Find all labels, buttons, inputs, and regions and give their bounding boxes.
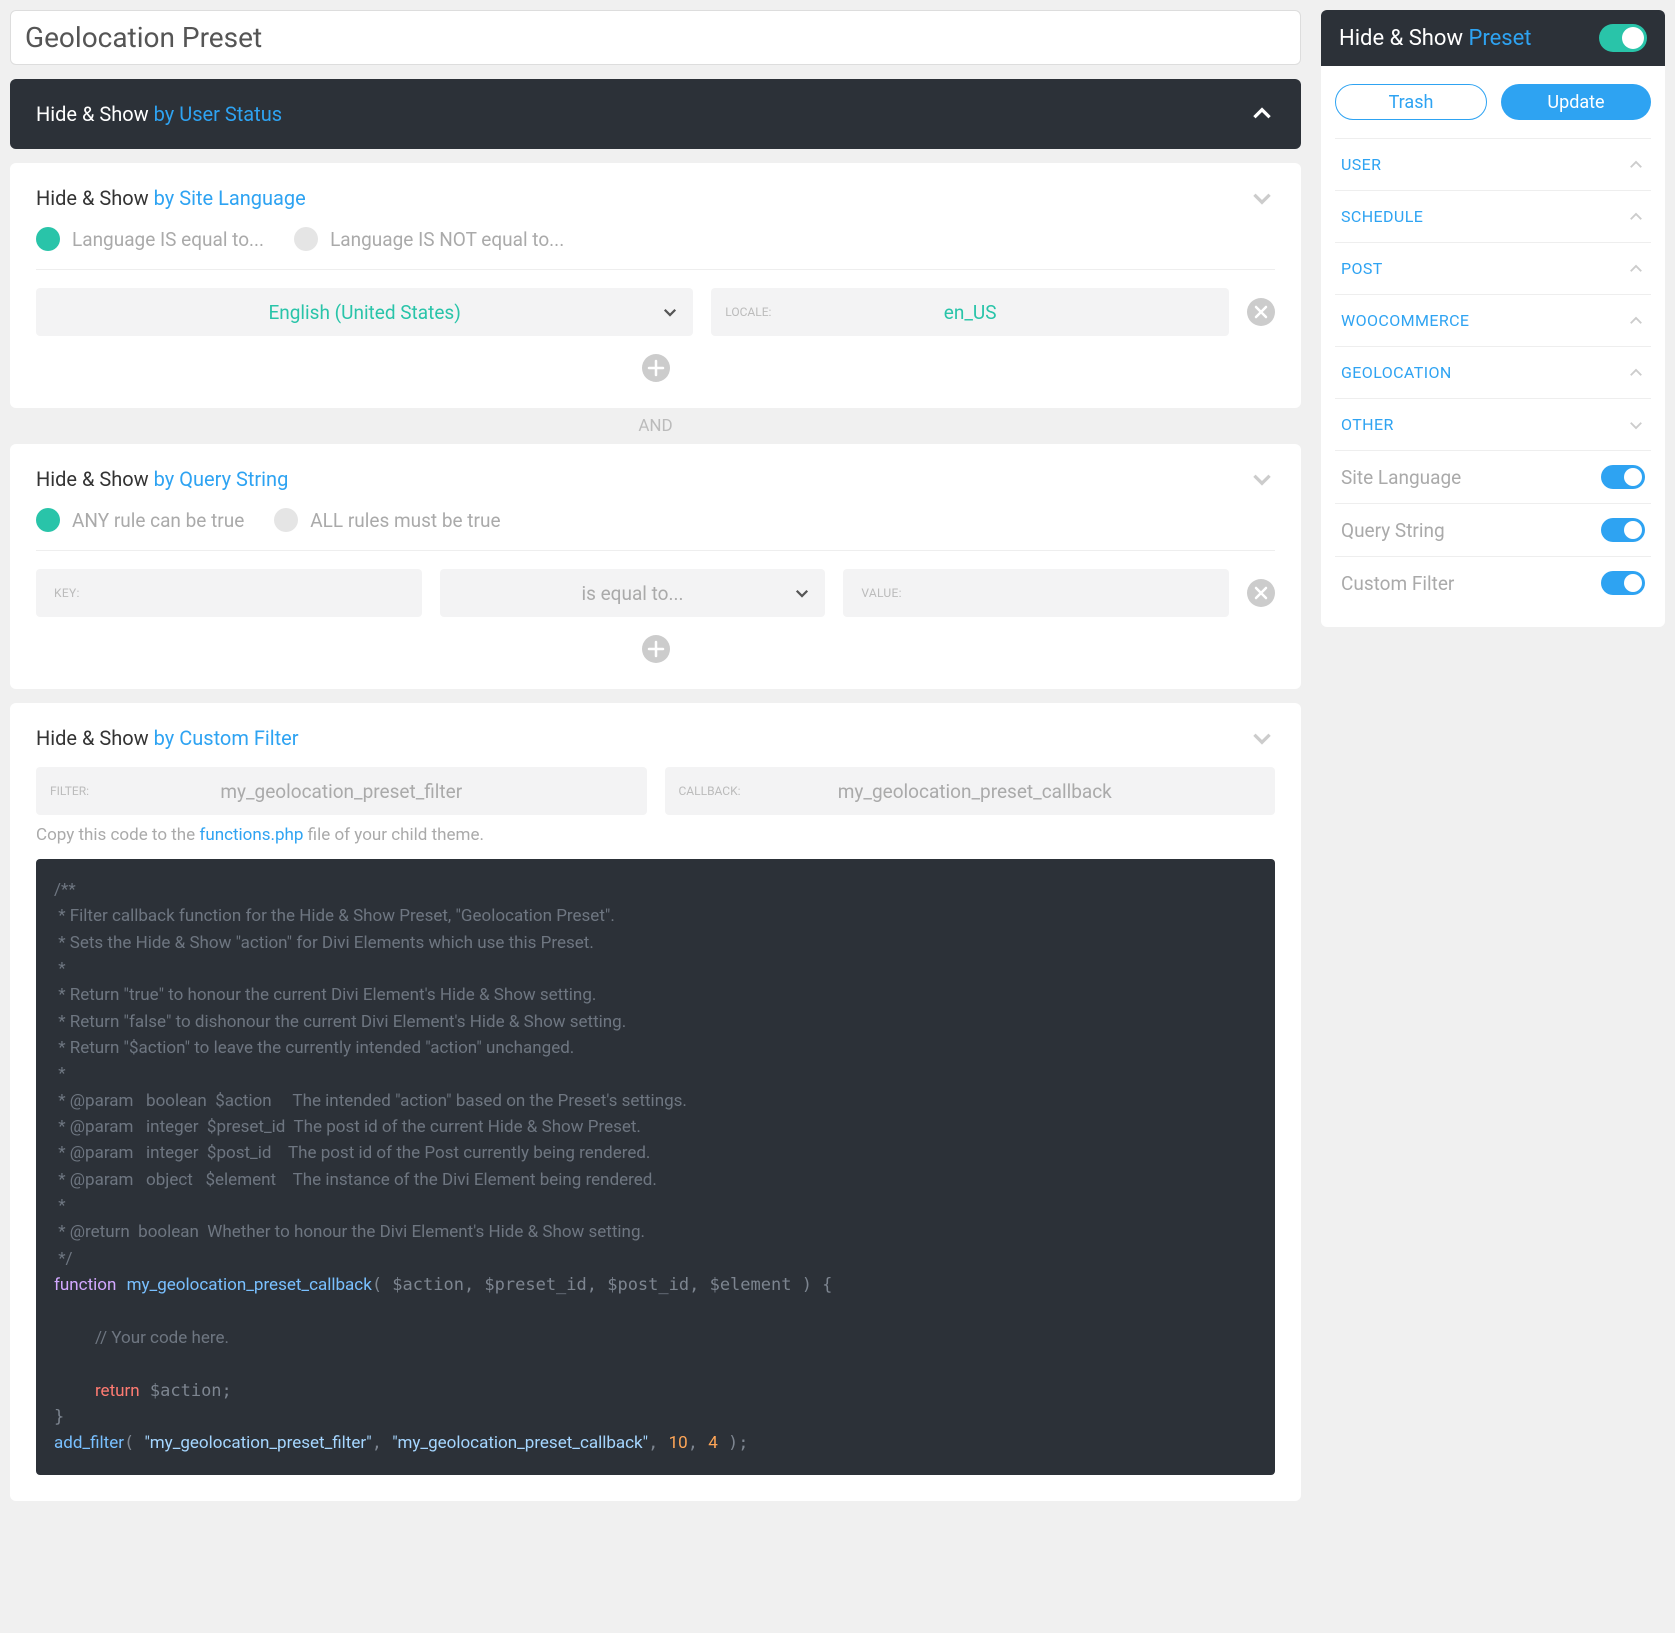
functions-php-link[interactable]: functions.php <box>199 825 303 845</box>
section-user-status[interactable]: Hide & Show by User Status <box>10 79 1301 149</box>
info-text: Copy this code to the functions.php file… <box>36 825 1275 845</box>
chevron-down-icon <box>1627 416 1645 434</box>
operator-select[interactable]: is equal to... <box>440 569 826 617</box>
chevron-down-icon <box>793 584 811 602</box>
chevron-down-icon[interactable] <box>1249 185 1275 211</box>
accordion-user[interactable]: USER <box>1335 138 1651 190</box>
callback-name-input[interactable]: CALLBACK: my_geolocation_preset_callback <box>665 767 1276 815</box>
radio-any-rule[interactable]: ANY rule can be true <box>36 508 244 532</box>
preset-enable-toggle[interactable] <box>1599 24 1647 52</box>
toggle-query-string[interactable] <box>1601 518 1645 542</box>
accordion-woocommerce[interactable]: WOOCOMMERCE <box>1335 294 1651 346</box>
other-custom-filter: Custom Filter <box>1335 556 1651 609</box>
chevron-down-icon[interactable] <box>1249 466 1275 492</box>
chevron-up-icon <box>1627 260 1645 278</box>
value-input[interactable]: VALUE: <box>843 569 1229 617</box>
toggle-custom-filter[interactable] <box>1601 571 1645 595</box>
chevron-down-icon[interactable] <box>1249 725 1275 751</box>
chevron-up-icon <box>1627 364 1645 382</box>
accordion-schedule[interactable]: SCHEDULE <box>1335 190 1651 242</box>
locale-field[interactable]: LOCALE: en_US <box>711 288 1229 336</box>
radio-all-rules[interactable]: ALL rules must be true <box>274 508 500 532</box>
chevron-up-icon <box>1249 101 1275 127</box>
other-site-language: Site Language <box>1335 450 1651 503</box>
sidebar-header: Hide & Show Preset <box>1321 10 1665 66</box>
accordion-post[interactable]: POST <box>1335 242 1651 294</box>
update-button[interactable]: Update <box>1501 84 1651 120</box>
add-icon[interactable] <box>642 635 670 663</box>
language-select[interactable]: English (United States) <box>36 288 693 336</box>
chevron-up-icon <box>1627 208 1645 226</box>
delete-icon[interactable] <box>1247 579 1275 607</box>
chevron-up-icon <box>1627 156 1645 174</box>
section-query-string: Hide & Show by Query String ANY rule can… <box>10 444 1301 689</box>
chevron-down-icon <box>661 303 679 321</box>
radio-lang-is-equal[interactable]: Language IS equal to... <box>36 227 264 251</box>
label: Hide & Show <box>36 102 154 126</box>
trash-button[interactable]: Trash <box>1335 84 1487 120</box>
accordion-geolocation[interactable]: GEOLOCATION <box>1335 346 1651 398</box>
chevron-up-icon <box>1627 312 1645 330</box>
preset-title-input[interactable] <box>10 10 1301 65</box>
filter-name-input[interactable]: FILTER: my_geolocation_preset_filter <box>36 767 647 815</box>
section-custom-filter: Hide & Show by Custom Filter FILTER: my_… <box>10 703 1301 1501</box>
code-block: /** * Filter callback function for the H… <box>36 859 1275 1475</box>
add-icon[interactable] <box>642 354 670 382</box>
delete-icon[interactable] <box>1247 298 1275 326</box>
section-site-language: Hide & Show by Site Language Language IS… <box>10 163 1301 408</box>
and-connector: AND <box>10 416 1301 436</box>
key-input[interactable]: KEY: <box>36 569 422 617</box>
label-blue: by User Status <box>154 102 282 126</box>
accordion-other[interactable]: OTHER <box>1335 398 1651 450</box>
toggle-site-language[interactable] <box>1601 465 1645 489</box>
other-query-string: Query String <box>1335 503 1651 556</box>
radio-lang-not-equal[interactable]: Language IS NOT equal to... <box>294 227 564 251</box>
